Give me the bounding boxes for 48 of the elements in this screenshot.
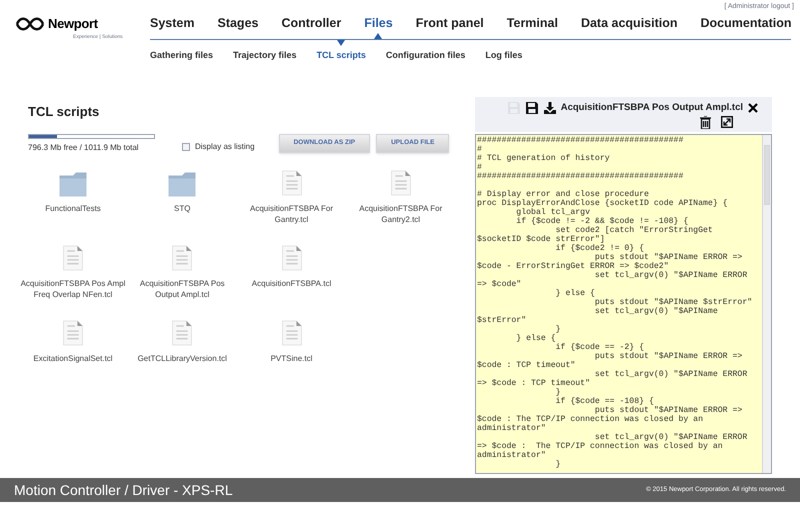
footer-title: Motion Controller / Driver - XPS-RL xyxy=(14,480,233,500)
file-name[interactable]: ExcitationSignalSet.tcl xyxy=(33,352,113,364)
save-icon[interactable] xyxy=(526,102,538,114)
storage-text: 796.3 Mb free / 1011.9 Mb total xyxy=(28,142,140,154)
file-name[interactable]: AcquisitionFTSBPA Pos Output Ampl.tcl xyxy=(127,278,238,300)
sub-tab[interactable]: Log files xyxy=(485,49,522,62)
document-icon[interactable] xyxy=(280,318,304,348)
nav-tab[interactable]: Documentation xyxy=(700,14,792,39)
sub-tab[interactable]: Configuration files xyxy=(386,49,466,62)
logo-icon xyxy=(15,16,45,31)
nav-tab[interactable]: System xyxy=(150,14,194,39)
file-name: AcquisitionFTSBPA Pos Output Ampl.tcl xyxy=(560,101,743,115)
checkbox-label: Display as listing xyxy=(195,140,255,152)
folder-name[interactable]: STQ xyxy=(174,202,190,214)
file-name[interactable]: AcquisitionFTSBPA For Gantry.tcl xyxy=(236,202,346,224)
tab-indicator-icon xyxy=(374,33,382,39)
sub-tab[interactable]: Gathering files xyxy=(150,49,214,62)
file-name[interactable]: PVTSine.tcl xyxy=(270,352,312,364)
document-icon[interactable] xyxy=(280,168,304,198)
document-icon[interactable] xyxy=(170,318,194,348)
document-icon[interactable] xyxy=(61,242,85,272)
sub-tab[interactable]: Trajectory files xyxy=(233,49,297,62)
expand-icon[interactable] xyxy=(721,116,733,128)
file-name[interactable]: AcquisitionFTSBPA.tcl xyxy=(252,278,332,288)
trash-icon[interactable] xyxy=(700,116,711,130)
file-name[interactable]: GetTCLLibraryVersion.tcl xyxy=(138,352,227,364)
tab-indicator-icon xyxy=(337,40,346,46)
code-text: ########################################## # # TCL generation of history # ########################################## # Display error and close procedure proc DisplayErrorAndClose {socketID code APIName} { global tcl_argv if {$code != -2 && $code != -108} { set code2 [catch "ErrorStringGet $socketID $code strError"] if {$code2 != 0} { puts stdout "$APIName ERROR => $code - ErrorStringGet ERROR => $code2" set tcl_argv(0) "$APIName ERROR => $code" } else { puts stdout "$APIName $strError" set tcl_argv(0) "$APIName $strError" } } else { if {$code == -2} { puts stdout "$APIName ERROR => $code : TCP timeout" set tcl_argv(0) "$APIName ERROR => $code : TCP timeout" } if {$code == -108} { puts stdout "$APIName ERROR => $code : The TCP/IP connection was closed by an administrator" set tcl_argv(0) "$APIName ERROR => $code : The TCP/IP connection was closed by an administrator" } xyxy=(476,135,754,471)
sub-tab[interactable]: TCL scripts xyxy=(316,49,366,62)
download-icon[interactable] xyxy=(544,102,556,114)
document-icon[interactable] xyxy=(280,242,304,272)
scrollbar[interactable] xyxy=(762,135,771,473)
document-icon[interactable] xyxy=(388,168,413,198)
logo-wordmark: Newport xyxy=(48,15,98,33)
nav-tab[interactable]: Front panel xyxy=(416,14,484,39)
checkbox[interactable] xyxy=(182,142,190,150)
folder-name[interactable]: FunctionalTests xyxy=(45,202,101,214)
nav-tab[interactable]: Stages xyxy=(217,14,258,39)
close-icon[interactable] xyxy=(748,103,758,114)
document-icon[interactable] xyxy=(61,318,85,348)
file-name[interactable]: AcquisitionFTSBPA For Gantry2.tcl xyxy=(346,202,456,224)
nav-tab[interactable]: Terminal xyxy=(506,14,558,39)
nav-tab[interactable]: Files xyxy=(364,14,393,39)
nav-tab[interactable]: Data acquisition xyxy=(580,14,678,39)
panel-title: TCL scripts xyxy=(28,103,100,121)
file-name[interactable]: AcquisitionFTSBPA Pos Ampl Freq Overlap NFen.tcl xyxy=(18,278,128,300)
document-icon[interactable] xyxy=(170,242,194,272)
nav-tab[interactable]: Controller xyxy=(281,14,342,39)
